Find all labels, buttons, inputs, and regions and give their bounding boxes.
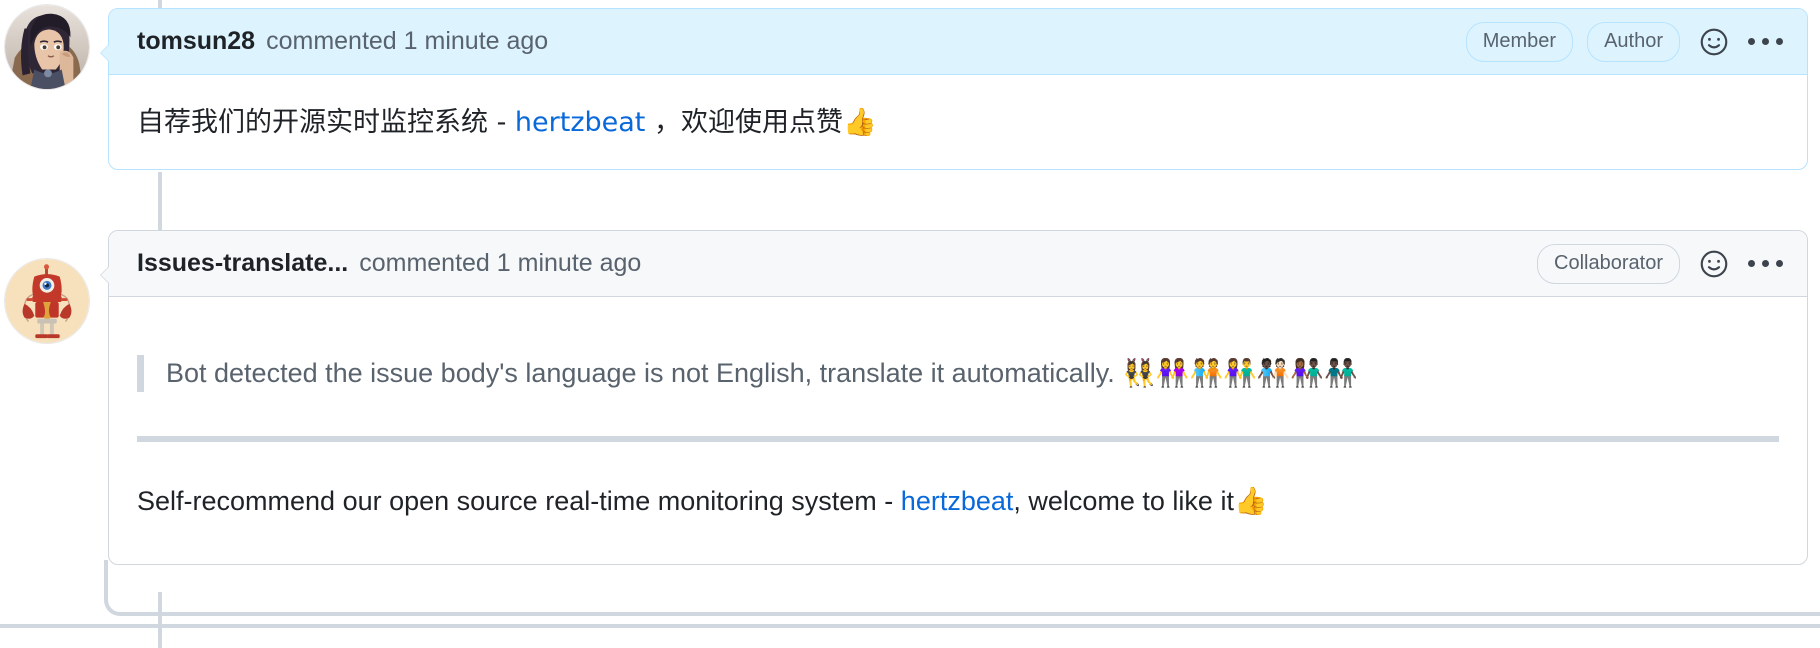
badge-collaborator: Collaborator: [1537, 243, 1680, 284]
translated-text-before-link: Self-recommend our open source real-time…: [137, 486, 901, 517]
comment-issues-translate-bot: Issues-translate... commented 1 minute a…: [100, 230, 1808, 565]
comment-body: 自荐我们的开源实时监控系统 - hertzbeat ，欢迎使用点赞👍: [109, 75, 1807, 142]
thread-line-middle: [158, 172, 162, 234]
people-holding-hands-emoji: 👯‍♀️👭🧑‍🤝‍🧑👫🧑🏿‍🤝‍🧑🏻👩🏾‍🤝‍👨🏿👬🏿: [1122, 358, 1358, 389]
bot-notice-text: Bot detected the issue body's language i…: [166, 358, 1115, 388]
comment-header: Issues-translate... commented 1 minute a…: [109, 231, 1807, 297]
thumbs-up-emoji: 👍: [842, 107, 877, 138]
kebab-menu-icon[interactable]: [1748, 38, 1783, 45]
translated-text: Self-recommend our open source real-time…: [137, 482, 1779, 521]
comment-header: tomsun28 commented 1 minute ago Member A…: [109, 9, 1807, 75]
bot-notice-blockquote: Bot detected the issue body's language i…: [137, 355, 1779, 393]
badge-author: Author: [1587, 21, 1680, 62]
content-divider: [137, 436, 1779, 443]
issue-comment-thread: tomsun28 commented 1 minute ago Member A…: [0, 0, 1820, 648]
hertzbeat-link[interactable]: hertzbeat: [515, 107, 645, 138]
translated-text-after-link: , welcome to like it: [1013, 486, 1234, 517]
hertzbeat-link[interactable]: hertzbeat: [901, 486, 1014, 516]
thumbs-up-emoji: 👍: [1233, 486, 1268, 518]
avatar-issues-translate-bot-image: [5, 259, 89, 343]
avatar-tomsun28-image: [5, 5, 89, 89]
avatar-tomsun28[interactable]: [4, 4, 90, 90]
thread-bottom-line: [166, 612, 1820, 616]
page-separator: [0, 624, 1820, 628]
badge-member: Member: [1465, 21, 1574, 62]
thread-curve-bottom: [104, 560, 168, 616]
comment-text-after-link: ，欢迎使用点赞: [645, 107, 843, 138]
kebab-menu-icon[interactable]: [1748, 260, 1783, 267]
comment-tomsun28: tomsun28 commented 1 minute ago Member A…: [100, 8, 1808, 170]
avatar-issues-translate-bot[interactable]: [4, 258, 90, 344]
smiley-icon[interactable]: [1698, 248, 1730, 280]
comment-author[interactable]: tomsun28: [137, 27, 255, 56]
comment-body: Bot detected the issue body's language i…: [109, 297, 1807, 522]
comment-author[interactable]: Issues-translate...: [137, 249, 348, 278]
comment-text-before-link: 自荐我们的开源实时监控系统 -: [137, 107, 515, 138]
smiley-icon[interactable]: [1698, 26, 1730, 58]
comment-timestamp: commented 1 minute ago: [266, 27, 549, 55]
comment-timestamp: commented 1 minute ago: [359, 249, 642, 277]
